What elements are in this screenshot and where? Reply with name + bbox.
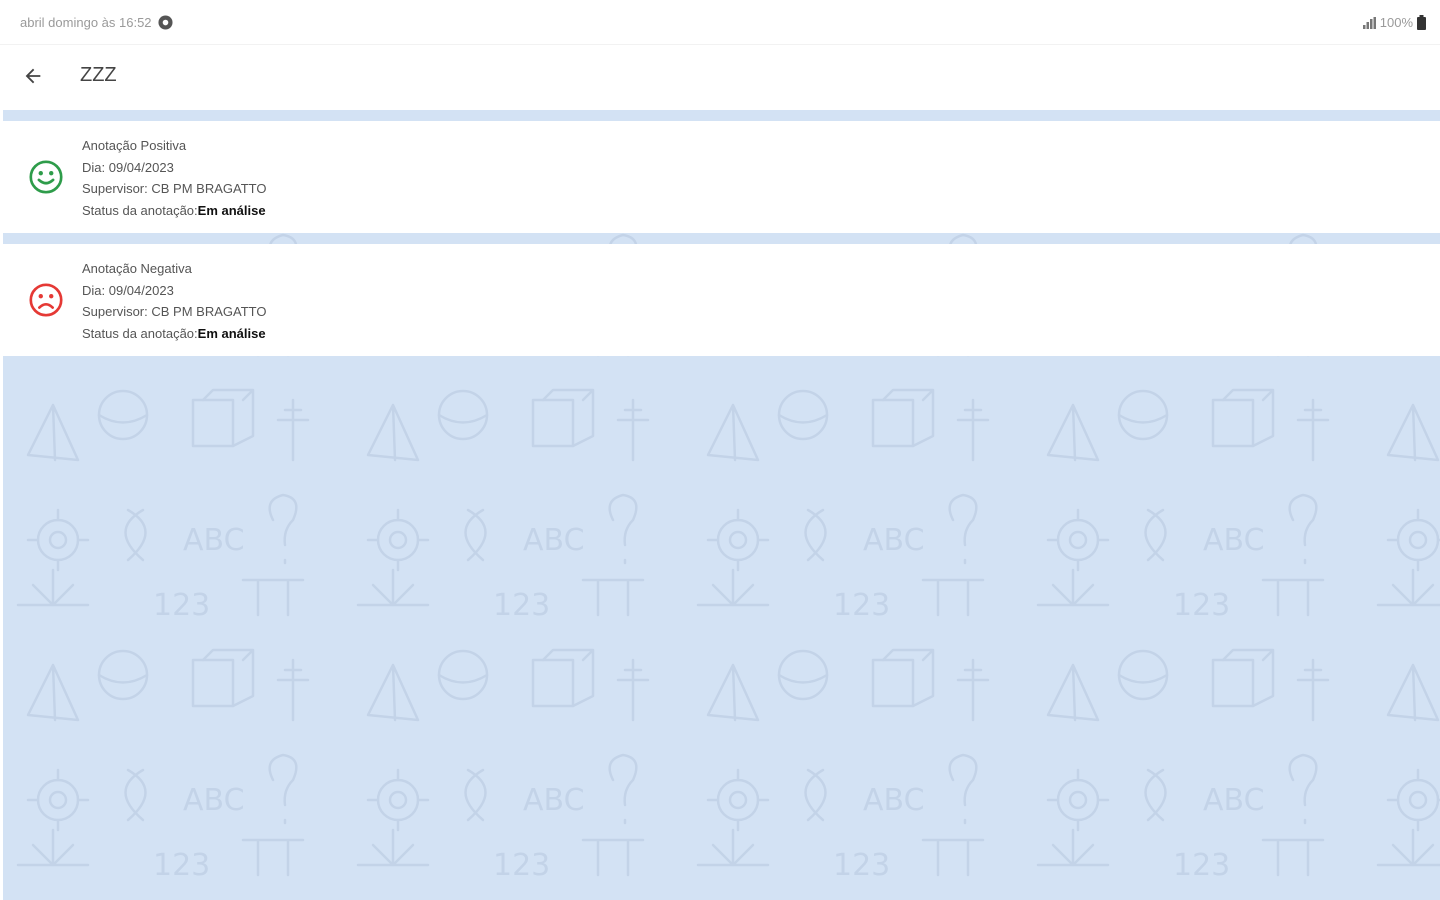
status-bar: abril domingo às 16:52 100% <box>0 0 1440 45</box>
annotation-status-value: Em análise <box>197 202 266 218</box>
app-bar: ZZZ <box>0 45 1440 109</box>
signal-icon <box>1362 16 1376 29</box>
annotation-status-label: Status da anotação: <box>82 325 198 341</box>
page-title: ZZZ <box>80 64 117 86</box>
battery-icon <box>1417 15 1426 30</box>
annotation-type: Anotação Positiva <box>82 138 187 153</box>
annotation-details: Anotação Positiva Dia: 09/04/2023 Superv… <box>82 135 266 221</box>
arrow-left-icon <box>25 68 41 84</box>
annotation-details: Anotação Negativa Dia: 09/04/2023 Superv… <box>82 258 266 344</box>
status-bar-right: 100% <box>1362 15 1426 30</box>
annotation-status-label: Status da anotação: <box>82 202 198 218</box>
smiley-sad-icon <box>29 283 63 317</box>
notification-icon <box>158 15 173 30</box>
smiley-happy-icon <box>29 160 63 194</box>
annotation-supervisor: Supervisor: CB PM BRAGATTO <box>82 181 267 196</box>
annotation-status: Status da anotação:Em análise <box>82 323 266 345</box>
annotation-date: Dia: 09/04/2023 <box>82 282 174 298</box>
annotation-type: Anotação Negativa <box>82 261 192 276</box>
annotation-date: Dia: 09/04/2023 <box>82 159 174 175</box>
status-bar-left: abril domingo às 16:52 <box>20 15 173 30</box>
annotation-supervisor: Supervisor: CB PM BRAGATTO <box>82 304 267 319</box>
annotation-card-negative[interactable]: Anotação Negativa Dia: 09/04/2023 Superv… <box>3 244 1440 356</box>
annotation-status-value: Em análise <box>197 325 266 341</box>
status-time-text: abril domingo às 16:52 <box>20 15 152 30</box>
back-button[interactable] <box>18 61 48 91</box>
battery-percent: 100% <box>1379 15 1413 30</box>
annotation-status: Status da anotação:Em análise <box>82 200 266 222</box>
annotation-card-positive[interactable]: Anotação Positiva Dia: 09/04/2023 Superv… <box>3 121 1440 233</box>
